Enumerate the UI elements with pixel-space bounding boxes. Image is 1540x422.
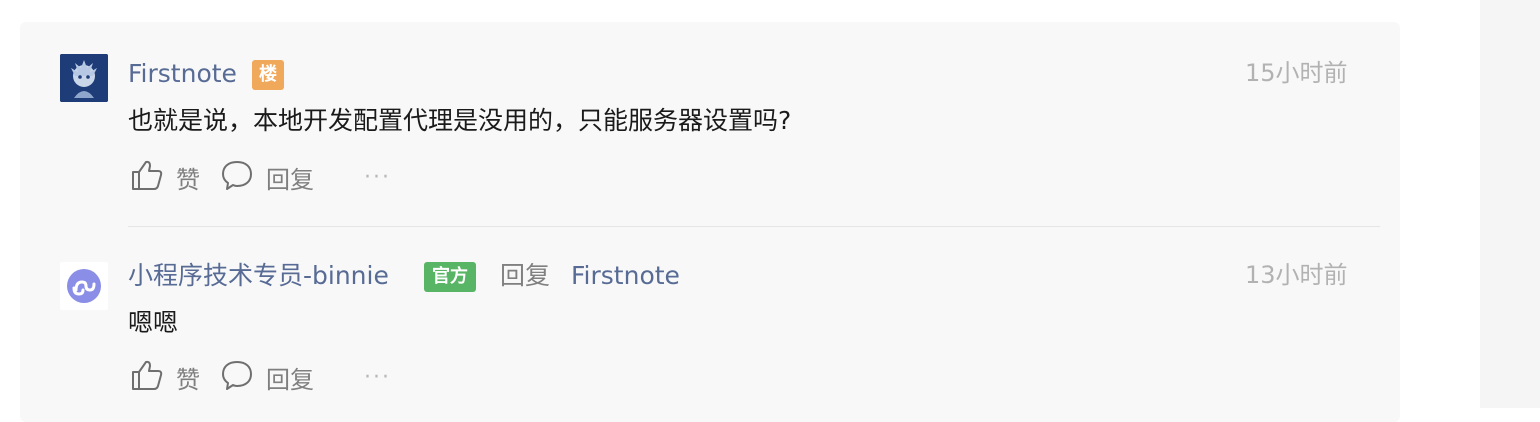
reply-button[interactable]: 回复 (220, 160, 314, 194)
like-button[interactable]: 赞 (130, 160, 200, 194)
thumbs-up-icon (130, 358, 164, 396)
comment-time: 13小时前 (1245, 261, 1348, 289)
thumbs-up-icon (130, 158, 164, 196)
comment-bubble-icon (220, 358, 254, 396)
more-options-icon[interactable]: ··· (364, 167, 391, 189)
reply-label: 回复 (266, 365, 314, 394)
avatar[interactable] (60, 262, 108, 310)
right-side-panel (1480, 0, 1540, 408)
reply-label: 回复 (266, 165, 314, 194)
reply-target-name[interactable]: Firstnote (571, 261, 680, 291)
like-label: 赞 (176, 165, 200, 194)
author-name[interactable]: 小程序技术专员-binnie (128, 261, 389, 291)
comment-text: 也就是说，本地开发配置代理是没用的，只能服务器设置吗? (128, 106, 792, 135)
reply-indicator: 回复 (500, 261, 551, 290)
floor-badge: 楼 (252, 60, 284, 90)
official-badge: 官方 (424, 262, 476, 292)
reply-button[interactable]: 回复 (220, 360, 314, 394)
comment-thread: Firstnote 楼 15小时前 也就是说，本地开发配置代理是没用的，只能服务… (20, 22, 1400, 422)
author-name[interactable]: Firstnote (128, 59, 237, 89)
comment-time: 15小时前 (1245, 59, 1348, 87)
comment-text: 嗯嗯 (128, 308, 179, 337)
avatar[interactable] (60, 54, 108, 102)
more-options-icon[interactable]: ··· (364, 367, 391, 389)
divider (128, 226, 1380, 227)
comment-bubble-icon (220, 158, 254, 196)
like-label: 赞 (176, 365, 200, 394)
like-button[interactable]: 赞 (130, 360, 200, 394)
